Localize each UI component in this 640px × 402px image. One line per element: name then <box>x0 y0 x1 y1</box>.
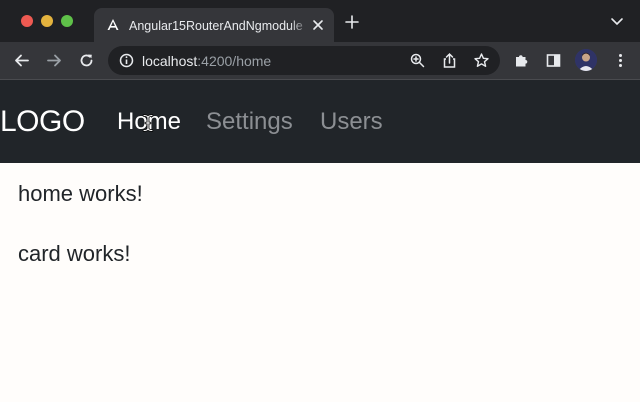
nav-link-users[interactable]: Users <box>320 108 383 136</box>
chevron-down-icon[interactable] <box>610 17 624 27</box>
url-text[interactable]: localhost:4200/home <box>142 53 271 69</box>
close-window-button[interactable] <box>21 15 33 27</box>
maximize-window-button[interactable] <box>61 15 73 27</box>
back-icon[interactable] <box>13 52 30 69</box>
close-tab-icon[interactable] <box>311 18 325 32</box>
info-icon[interactable] <box>118 52 135 69</box>
reload-icon[interactable] <box>78 52 95 69</box>
tab-title-fade <box>290 16 310 36</box>
url-path: :4200/home <box>197 53 272 69</box>
forward-icon[interactable] <box>46 52 63 69</box>
browser-tab-active[interactable]: Angular15RouterAndNgmodule <box>94 8 334 42</box>
browser-toolbar: localhost:4200/home <box>0 42 640 79</box>
tab-title: Angular15RouterAndNgmodule <box>129 19 303 33</box>
address-bar[interactable]: localhost:4200/home <box>108 46 500 75</box>
text-cursor-icon <box>142 114 154 132</box>
extensions-icon[interactable] <box>513 52 530 69</box>
app-navbar: LOGO Home Settings Users <box>0 80 640 163</box>
share-icon[interactable] <box>441 52 458 69</box>
minimize-window-button[interactable] <box>41 15 53 27</box>
angular-icon <box>107 19 119 30</box>
profile-avatar[interactable] <box>575 49 597 71</box>
avatar-image <box>575 49 597 71</box>
home-works-text: home works! <box>18 181 143 206</box>
card-works-text: card works! <box>18 241 131 266</box>
new-tab-icon[interactable] <box>345 15 359 29</box>
url-host: localhost <box>142 53 198 69</box>
bookmark-star-icon[interactable] <box>473 52 490 69</box>
menu-icon[interactable] <box>612 52 629 69</box>
side-panel-icon[interactable] <box>545 52 562 69</box>
zoom-icon[interactable] <box>409 52 426 69</box>
nav-link-settings[interactable]: Settings <box>206 108 293 136</box>
app-logo[interactable]: LOGO <box>0 104 85 140</box>
browser-titlebar: Angular15RouterAndNgmodule <box>0 0 640 42</box>
